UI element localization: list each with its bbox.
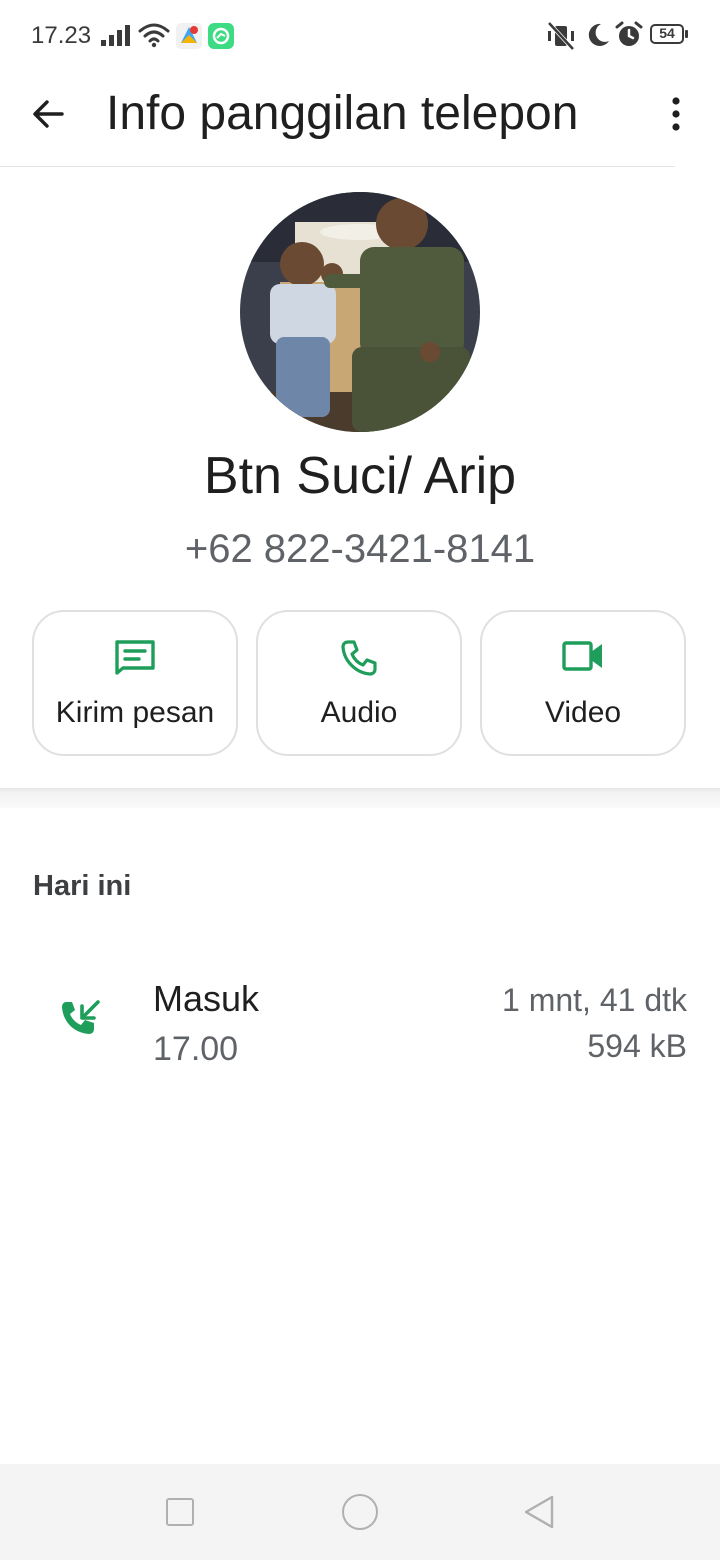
nav-back-button[interactable] — [522, 1494, 556, 1535]
battery-icon: 54 — [650, 24, 688, 46]
send-message-button[interactable]: Kirim pesan — [32, 610, 238, 756]
more-vertical-icon — [672, 97, 680, 131]
app-notification-icon — [208, 23, 234, 54]
alarm-icon — [615, 21, 643, 54]
back-button[interactable] — [24, 90, 72, 138]
triangle-back-icon — [524, 1495, 554, 1529]
status-bar: 17.23 54 — [0, 0, 720, 72]
audio-call-label: Audio — [320, 696, 398, 729]
recent-apps-button[interactable] — [166, 1498, 194, 1526]
call-time: 17.00 — [153, 1030, 239, 1068]
call-duration: 1 mnt, 41 dtk — [502, 982, 687, 1018]
video-call-button[interactable]: Video — [480, 610, 686, 756]
more-options-button[interactable] — [652, 90, 700, 138]
audio-call-button[interactable]: Audio — [256, 610, 462, 756]
contact-avatar[interactable] — [240, 192, 480, 432]
vibrate-off-icon — [546, 21, 576, 55]
call-type: Masuk — [153, 978, 260, 1019]
app-bar: Info panggilan telepon — [0, 72, 720, 166]
history-section-title: Hari ini — [33, 870, 132, 902]
send-message-label: Kirim pesan — [55, 696, 215, 729]
call-history-item[interactable]: Masuk 17.00 1 mnt, 41 dtk 594 kB — [0, 960, 720, 1080]
incoming-call-icon — [58, 998, 102, 1047]
message-icon — [115, 640, 155, 675]
wifi-icon — [138, 22, 170, 53]
system-navigation-bar — [0, 1464, 720, 1560]
app-notification-icon — [176, 23, 202, 54]
home-button[interactable] — [342, 1494, 378, 1530]
video-icon — [562, 641, 602, 671]
battery-level: 54 — [659, 25, 675, 41]
signal-icon — [101, 25, 131, 52]
contact-name: Btn Suci/ Arip — [203, 447, 517, 505]
arrow-left-icon — [33, 100, 64, 128]
section-divider — [0, 788, 720, 808]
video-call-label: Video — [544, 696, 622, 729]
app-bar-divider — [0, 166, 675, 167]
page-title: Info panggilan telepon — [106, 87, 579, 140]
contact-phone: +62 822-3421-8141 — [184, 527, 536, 571]
phone-icon — [341, 640, 377, 676]
moon-icon — [585, 22, 611, 53]
call-data-size: 594 kB — [587, 1028, 687, 1064]
status-time: 17.23 — [31, 22, 92, 49]
